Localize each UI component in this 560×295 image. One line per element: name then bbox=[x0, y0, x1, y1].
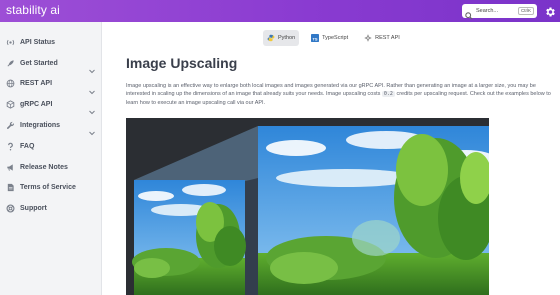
sidebar-item-label: Release Notes bbox=[20, 163, 68, 171]
cube-icon bbox=[6, 100, 15, 109]
sidebar-item-label: FAQ bbox=[20, 142, 35, 150]
sidebar-item-api-status[interactable]: API Status bbox=[0, 32, 101, 53]
sidebar-item-label: REST API bbox=[20, 80, 53, 88]
sidebar-item-label: Get Started bbox=[20, 59, 58, 67]
sidebar-item-label: Terms of Service bbox=[20, 184, 76, 192]
sidebar-item-label: Support bbox=[20, 205, 47, 213]
sidebar-item-faq[interactable]: FAQ bbox=[0, 136, 101, 157]
tab-rest-api[interactable]: REST API bbox=[360, 30, 404, 46]
chevron-down-icon[interactable] bbox=[89, 102, 95, 115]
wrench-icon bbox=[6, 121, 15, 130]
question-icon bbox=[6, 142, 15, 151]
page-description: Image upscaling is an effective way to e… bbox=[126, 82, 551, 107]
sidebar-item-label: API Status bbox=[20, 38, 56, 46]
search-placeholder: Search... bbox=[476, 8, 499, 14]
tab-label: TypeScript bbox=[322, 35, 349, 41]
rest-api-icon bbox=[364, 34, 372, 42]
chevron-down-icon[interactable] bbox=[89, 123, 95, 136]
brand-logo[interactable]: stability ai bbox=[6, 3, 60, 17]
rocket-icon bbox=[6, 59, 15, 68]
sidebar: API Status Get Started REST API gRPC API… bbox=[0, 22, 102, 295]
gear-icon[interactable] bbox=[544, 5, 556, 17]
document-icon bbox=[6, 183, 15, 192]
tab-python[interactable]: Python bbox=[263, 30, 300, 46]
sidebar-item-label: gRPC API bbox=[20, 101, 53, 109]
upscaling-example-image bbox=[126, 118, 489, 295]
sidebar-item-get-started[interactable]: Get Started bbox=[0, 53, 101, 74]
search-box[interactable]: Search... CtrlK bbox=[462, 4, 537, 20]
search-shortcut: CtrlK bbox=[518, 7, 534, 15]
broadcast-icon bbox=[6, 38, 15, 47]
main-content: Python TS TypeScript REST API Image Upsc… bbox=[103, 22, 560, 295]
search-icon bbox=[465, 7, 473, 20]
megaphone-icon bbox=[6, 163, 15, 172]
python-icon bbox=[267, 34, 275, 42]
chevron-down-icon[interactable] bbox=[89, 61, 95, 74]
language-tabs: Python TS TypeScript REST API bbox=[263, 30, 412, 46]
page-title: Image Upscaling bbox=[126, 55, 238, 71]
sidebar-item-rest-api[interactable]: REST API bbox=[0, 74, 101, 95]
lifebuoy-icon bbox=[6, 204, 15, 213]
top-header: stability ai Search... CtrlK bbox=[0, 0, 560, 22]
typescript-icon: TS bbox=[311, 34, 320, 42]
sidebar-item-label: Integrations bbox=[20, 122, 61, 130]
tab-typescript[interactable]: TS TypeScript bbox=[307, 30, 352, 46]
sidebar-item-support[interactable]: Support bbox=[0, 198, 101, 219]
sidebar-item-release-notes[interactable]: Release Notes bbox=[0, 157, 101, 178]
sidebar-item-integrations[interactable]: Integrations bbox=[0, 115, 101, 136]
chevron-down-icon[interactable] bbox=[89, 82, 95, 94]
svg-text:TS: TS bbox=[313, 36, 318, 41]
sidebar-item-terms[interactable]: Terms of Service bbox=[0, 178, 101, 199]
globe-icon bbox=[6, 79, 15, 88]
sidebar-item-grpc-api[interactable]: gRPC API bbox=[0, 94, 101, 115]
cost-value: 0.2 bbox=[381, 91, 395, 98]
tab-label: REST API bbox=[375, 35, 400, 41]
tab-label: Python bbox=[278, 35, 296, 41]
